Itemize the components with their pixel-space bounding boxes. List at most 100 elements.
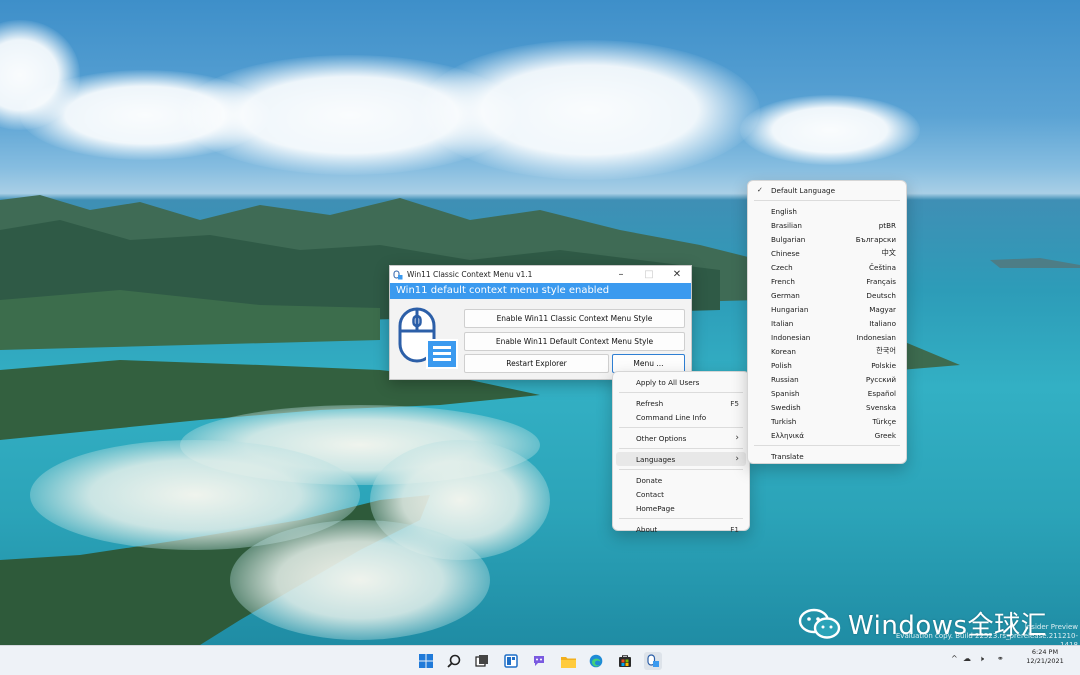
insider-line-1: Insider Preview bbox=[1024, 623, 1078, 631]
menu-item-language[interactable]: Hungarian Magyar bbox=[748, 302, 906, 316]
menu-item-label: Command Line Info bbox=[636, 412, 707, 422]
cloud-icon[interactable]: ☁ bbox=[963, 654, 971, 663]
mouse-menu-icon bbox=[398, 307, 458, 369]
language-native-name: Italiano bbox=[869, 318, 896, 328]
language-name: Turkish bbox=[771, 416, 797, 426]
language-name: Korean bbox=[771, 346, 796, 356]
status-banner: Win11 default context menu style enabled bbox=[390, 283, 691, 299]
language-name: Hungarian bbox=[771, 304, 809, 314]
enable-default-button[interactable]: Enable Win11 Default Context Menu Style bbox=[464, 332, 685, 351]
search-icon[interactable] bbox=[445, 652, 463, 670]
clock-date: 12/21/2021 bbox=[1026, 657, 1064, 665]
minimize-button[interactable]: – bbox=[607, 266, 635, 283]
menu-item-language[interactable]: Russian Русский bbox=[748, 372, 906, 386]
menu-separator bbox=[619, 427, 743, 428]
language-name: Russian bbox=[771, 374, 799, 384]
language-name: Polish bbox=[771, 360, 792, 370]
menu-item-contact[interactable]: Contact bbox=[613, 487, 749, 501]
menu-item-label: Default Language bbox=[771, 185, 836, 195]
menu-item-language[interactable]: English bbox=[748, 204, 906, 218]
menu-separator bbox=[619, 392, 743, 393]
menu-item-language[interactable]: Italian Italiano bbox=[748, 316, 906, 330]
menu-item-languages[interactable]: Languages › bbox=[616, 452, 746, 466]
close-button[interactable]: ✕ bbox=[663, 266, 691, 283]
widgets-icon[interactable] bbox=[502, 652, 520, 670]
language-name: Chinese bbox=[771, 248, 800, 258]
windows-start-icon[interactable] bbox=[417, 652, 435, 670]
menu-item-about[interactable]: About F1 bbox=[613, 522, 749, 536]
menu-item-label: Languages bbox=[636, 454, 676, 464]
menu-item-command-line-info[interactable]: Command Line Info bbox=[613, 410, 749, 424]
menu-item-language[interactable]: Czech Čeština bbox=[748, 260, 906, 274]
menu-item-language[interactable]: German Deutsch bbox=[748, 288, 906, 302]
menu-item-language[interactable]: Brasilian ptBR bbox=[748, 218, 906, 232]
menu-item-label: HomePage bbox=[636, 503, 675, 513]
chevron-right-icon: › bbox=[735, 454, 739, 464]
menu-item-apply-all-users[interactable]: Apply to All Users bbox=[613, 375, 749, 389]
edge-icon[interactable] bbox=[587, 652, 605, 670]
taskbar-clock[interactable]: 6:24 PM 12/21/2021 bbox=[1015, 648, 1075, 666]
menu-item-language[interactable]: Spanish Español bbox=[748, 386, 906, 400]
restart-explorer-button[interactable]: Restart Explorer bbox=[464, 354, 609, 373]
menu-item-other-options[interactable]: Other Options › bbox=[613, 431, 749, 445]
language-native-name: Indonesian bbox=[856, 332, 896, 342]
store-icon[interactable] bbox=[616, 652, 634, 670]
menu-item-language[interactable]: Korean 한국어 bbox=[748, 344, 906, 358]
languages-submenu: ✓ Default Language English Brasilian ptBR B… bbox=[747, 180, 907, 464]
shortcut-label: F1 bbox=[730, 524, 739, 534]
language-name: German bbox=[771, 290, 800, 300]
task-view-icon[interactable] bbox=[473, 652, 491, 670]
title-bar[interactable]: Win11 Classic Context Menu v1.1 – □ ✕ bbox=[390, 266, 691, 283]
chevron-up-icon[interactable]: ^ bbox=[951, 654, 958, 663]
menu-item-language[interactable]: Polish Polskie bbox=[748, 358, 906, 372]
main-menu: Apply to All Users Refresh F5 Command Lin… bbox=[612, 371, 750, 534]
menu-separator bbox=[619, 469, 743, 470]
language-native-name: Español bbox=[867, 388, 896, 398]
enable-classic-button[interactable]: Enable Win11 Classic Context Menu Style bbox=[464, 309, 685, 328]
chevron-right-icon: › bbox=[735, 433, 739, 443]
language-name: Swedish bbox=[771, 402, 801, 412]
menu-item-label: About bbox=[636, 524, 658, 534]
clock-time: 6:24 PM bbox=[1031, 648, 1059, 656]
language-name: Ελληνικά bbox=[771, 430, 805, 440]
menu-separator bbox=[619, 518, 743, 519]
sand-bar bbox=[230, 520, 490, 640]
menu-separator bbox=[754, 200, 900, 201]
cloud bbox=[740, 95, 920, 165]
shortcut-label: F5 bbox=[730, 398, 739, 408]
menu-item-language[interactable]: Turkish Türkçe bbox=[748, 414, 906, 428]
language-list: English Brasilian ptBR Bulgarian Български Ch… bbox=[748, 204, 906, 442]
file-explorer-icon[interactable] bbox=[559, 652, 577, 670]
menu-item-language[interactable]: Indonesian Indonesian bbox=[748, 330, 906, 344]
app-window: Win11 Classic Context Menu v1.1 – □ ✕ Wi… bbox=[389, 265, 692, 380]
language-native-name: Български bbox=[855, 234, 896, 244]
menu-item-translate[interactable]: Translate bbox=[748, 449, 906, 463]
language-name: French bbox=[771, 276, 795, 286]
network-icon[interactable]: ⚭ bbox=[997, 654, 1004, 663]
language-native-name: Greek bbox=[874, 430, 896, 440]
menu-item-donate[interactable]: Donate bbox=[613, 473, 749, 487]
menu-item-label: Apply to All Users bbox=[636, 377, 700, 387]
menu-item-language[interactable]: Swedish Svenska bbox=[748, 400, 906, 414]
language-native-name: Français bbox=[866, 276, 896, 286]
chat-icon[interactable] bbox=[530, 652, 548, 670]
maximize-button: □ bbox=[644, 269, 654, 280]
menu-item-default-language[interactable]: ✓ Default Language bbox=[748, 183, 906, 197]
menu-item-language[interactable]: Chinese 中文 bbox=[748, 246, 906, 260]
menu-item-language[interactable]: Ελληνικά Greek bbox=[748, 428, 906, 442]
menu-item-language[interactable]: French Français bbox=[748, 274, 906, 288]
language-native-name: Türkçe bbox=[872, 416, 896, 426]
language-name: Brasilian bbox=[771, 220, 802, 230]
context-menu-app-icon[interactable] bbox=[644, 652, 662, 670]
menu-item-homepage[interactable]: HomePage bbox=[613, 501, 749, 515]
wechat-icon bbox=[798, 608, 841, 639]
language-native-name: 中文 bbox=[881, 248, 896, 257]
menu-item-language[interactable]: Bulgarian Български bbox=[748, 232, 906, 246]
menu-item-refresh[interactable]: Refresh F5 bbox=[613, 396, 749, 410]
language-name: Czech bbox=[771, 262, 793, 272]
menu-item-label: Refresh bbox=[636, 398, 664, 408]
language-native-name: Русский bbox=[865, 374, 896, 384]
speaker-icon[interactable]: 🕨 bbox=[979, 654, 984, 664]
taskbar: ^ ☁ 🕨 ⚭ bbox=[0, 645, 1080, 675]
language-native-name: Čeština bbox=[869, 262, 896, 272]
